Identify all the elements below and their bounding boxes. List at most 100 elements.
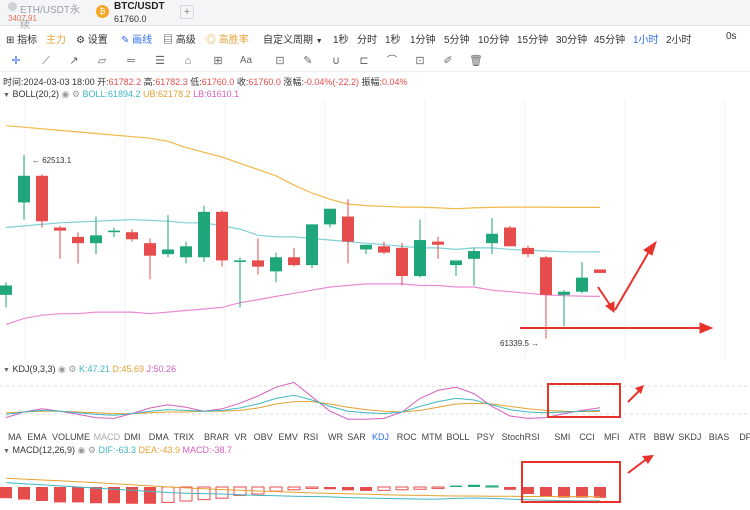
- indicator-tab-ma[interactable]: MA: [8, 432, 22, 442]
- macd-bar: [0, 487, 12, 499]
- period-30m[interactable]: 30分钟: [556, 31, 587, 46]
- indicator-tab-stochrsi[interactable]: StochRSI: [502, 432, 540, 442]
- indicator-main-badge[interactable]: 主力: [46, 31, 66, 46]
- indicator-tab-psy[interactable]: PSY: [477, 432, 495, 442]
- period-1s-b[interactable]: 1秒: [385, 31, 401, 46]
- indicator-tab-rsi[interactable]: RSI: [303, 432, 318, 442]
- macd-bar: [576, 487, 588, 498]
- indicator-tab-mtm[interactable]: MTM: [422, 432, 443, 442]
- target-icon: ◎: [206, 35, 216, 46]
- crosshair-icon[interactable]: ✛: [8, 53, 24, 69]
- candle-body: [126, 232, 138, 240]
- macd-bar: [360, 487, 372, 491]
- gear-icon[interactable]: ⚙: [88, 445, 96, 455]
- win-rate-button[interactable]: ◎ 高胜率: [206, 31, 249, 46]
- indicator-tab-kdj[interactable]: KDJ: [372, 432, 389, 442]
- indicator-tab-dpo[interactable]: DPO: [739, 432, 750, 442]
- candle-body: [342, 216, 354, 242]
- indicator-tab-smi[interactable]: SMI: [554, 432, 570, 442]
- channel-tool-icon[interactable]: ▱: [94, 53, 110, 69]
- candle-body: [432, 241, 444, 245]
- tab-btc-usdt[interactable]: ₿ BTC/USDT 61760.0: [92, 0, 182, 26]
- candle-body: [270, 257, 282, 272]
- period-1h[interactable]: 1小时: [633, 31, 659, 46]
- shape-tool-icon[interactable]: ⌂: [180, 53, 196, 69]
- candle-body: [396, 247, 408, 277]
- macd-bar: [269, 486, 283, 492]
- custom-period-dropdown[interactable]: 自定义周期 ▼: [263, 31, 323, 46]
- period-5m[interactable]: 5分钟: [444, 31, 470, 46]
- indicator-tab-dma[interactable]: DMA: [149, 432, 169, 442]
- lock-icon[interactable]: ⌒: [384, 53, 400, 69]
- gear-icon[interactable]: ⚙: [72, 89, 80, 99]
- fibonacci-icon[interactable]: ☰: [152, 53, 168, 69]
- macd-chart[interactable]: [0, 455, 750, 510]
- eye-icon[interactable]: ⊡: [412, 53, 428, 69]
- indicator-tab-dmi[interactable]: DMI: [124, 432, 141, 442]
- macd-bar: [215, 486, 229, 499]
- macd-bar: [558, 487, 570, 498]
- candle-body: [324, 208, 336, 225]
- tab-eth-usdt[interactable]: ETH/USDT永续 3407.91: [4, 0, 84, 31]
- period-45m[interactable]: 45分钟: [594, 31, 625, 46]
- period-timeshare[interactable]: 分时: [357, 31, 377, 46]
- indicator-tab-boll[interactable]: BOLL: [446, 432, 469, 442]
- macd-bar: [450, 485, 462, 487]
- period-2h[interactable]: 2小时: [666, 31, 692, 46]
- indicator-tab-vr[interactable]: VR: [234, 432, 247, 442]
- edit-icon[interactable]: ✐: [440, 53, 456, 69]
- indicator-tab-roc[interactable]: ROC: [397, 432, 417, 442]
- indicator-tab-brar[interactable]: BRAR: [204, 432, 229, 442]
- indicator-button[interactable]: ⊞ 指标: [6, 31, 37, 46]
- brush-icon[interactable]: ✎: [300, 53, 316, 69]
- indicator-tab-trix[interactable]: TRIX: [174, 432, 195, 442]
- chevron-down-icon[interactable]: ▼: [3, 448, 10, 455]
- measure-icon[interactable]: ⊏: [356, 53, 372, 69]
- magnet-icon[interactable]: ∪: [328, 53, 344, 69]
- period-1m[interactable]: 1分钟: [410, 31, 436, 46]
- indicator-tab-bias[interactable]: BIAS: [709, 432, 730, 442]
- indicator-tab-skdj[interactable]: SKDJ: [678, 432, 701, 442]
- indicator-tabs: MA EMA VOLUME MACD DMI DMA TRIX BRAR VR OBV EMV RSI…: [0, 430, 750, 444]
- macd-dif: DIF:-63.3: [98, 445, 136, 455]
- indicator-tab-mfi[interactable]: MFI: [604, 432, 620, 442]
- text-tool-icon[interactable]: Aa: [238, 53, 254, 69]
- macd-bar: [126, 487, 138, 504]
- grid-tool-icon[interactable]: ⊞: [210, 53, 226, 69]
- candle-body: [90, 235, 102, 244]
- settings-button[interactable]: ⚙ 设置: [76, 31, 108, 46]
- kdj-d-line: [5, 401, 601, 415]
- eye-icon[interactable]: ◉: [62, 89, 70, 99]
- period-10m[interactable]: 10分钟: [478, 31, 509, 46]
- horizontal-line-icon[interactable]: ═: [123, 53, 139, 69]
- indicator-tab-obv[interactable]: OBV: [254, 432, 273, 442]
- indicator-tab-sar[interactable]: SAR: [347, 432, 366, 442]
- period-1s[interactable]: 1秒: [333, 31, 349, 46]
- candle-body: [306, 224, 318, 266]
- main-candle-chart[interactable]: ← 62513.1 61339.5 →: [0, 100, 750, 360]
- indicator-tab-bbw[interactable]: BBW: [654, 432, 675, 442]
- indicator-tab-ema[interactable]: EMA: [27, 432, 47, 442]
- draw-line-button[interactable]: ✎ 画线: [121, 31, 152, 46]
- ray-tool-icon[interactable]: ↗: [66, 53, 82, 69]
- tab-btc-title: BTC/USDT: [114, 1, 165, 12]
- trash-icon[interactable]: 🗑: [468, 53, 484, 69]
- macd-dea: DEA:-43.9: [138, 445, 181, 455]
- kdj-chart[interactable]: [0, 372, 750, 428]
- macd-bar: [413, 486, 427, 490]
- advanced-button[interactable]: ▤ 高级: [163, 31, 196, 46]
- candle-body: [144, 243, 156, 256]
- indicator-tab-wr[interactable]: WR: [328, 432, 343, 442]
- add-tab-button[interactable]: +: [180, 5, 194, 19]
- macd-bar: [179, 486, 193, 502]
- ruler-icon[interactable]: ⊡: [272, 53, 288, 69]
- period-15m[interactable]: 15分钟: [517, 31, 548, 46]
- line-tool-icon[interactable]: ⟋: [38, 53, 54, 69]
- chevron-down-icon[interactable]: ▼: [3, 92, 10, 99]
- indicator-tab-volume[interactable]: VOLUME: [52, 432, 90, 442]
- indicator-tab-cci[interactable]: CCI: [579, 432, 595, 442]
- indicator-tab-emv[interactable]: EMV: [278, 432, 298, 442]
- eye-icon[interactable]: ◉: [78, 445, 86, 455]
- indicator-tab-atr[interactable]: ATR: [629, 432, 646, 442]
- indicator-tab-macd[interactable]: MACD: [94, 432, 121, 442]
